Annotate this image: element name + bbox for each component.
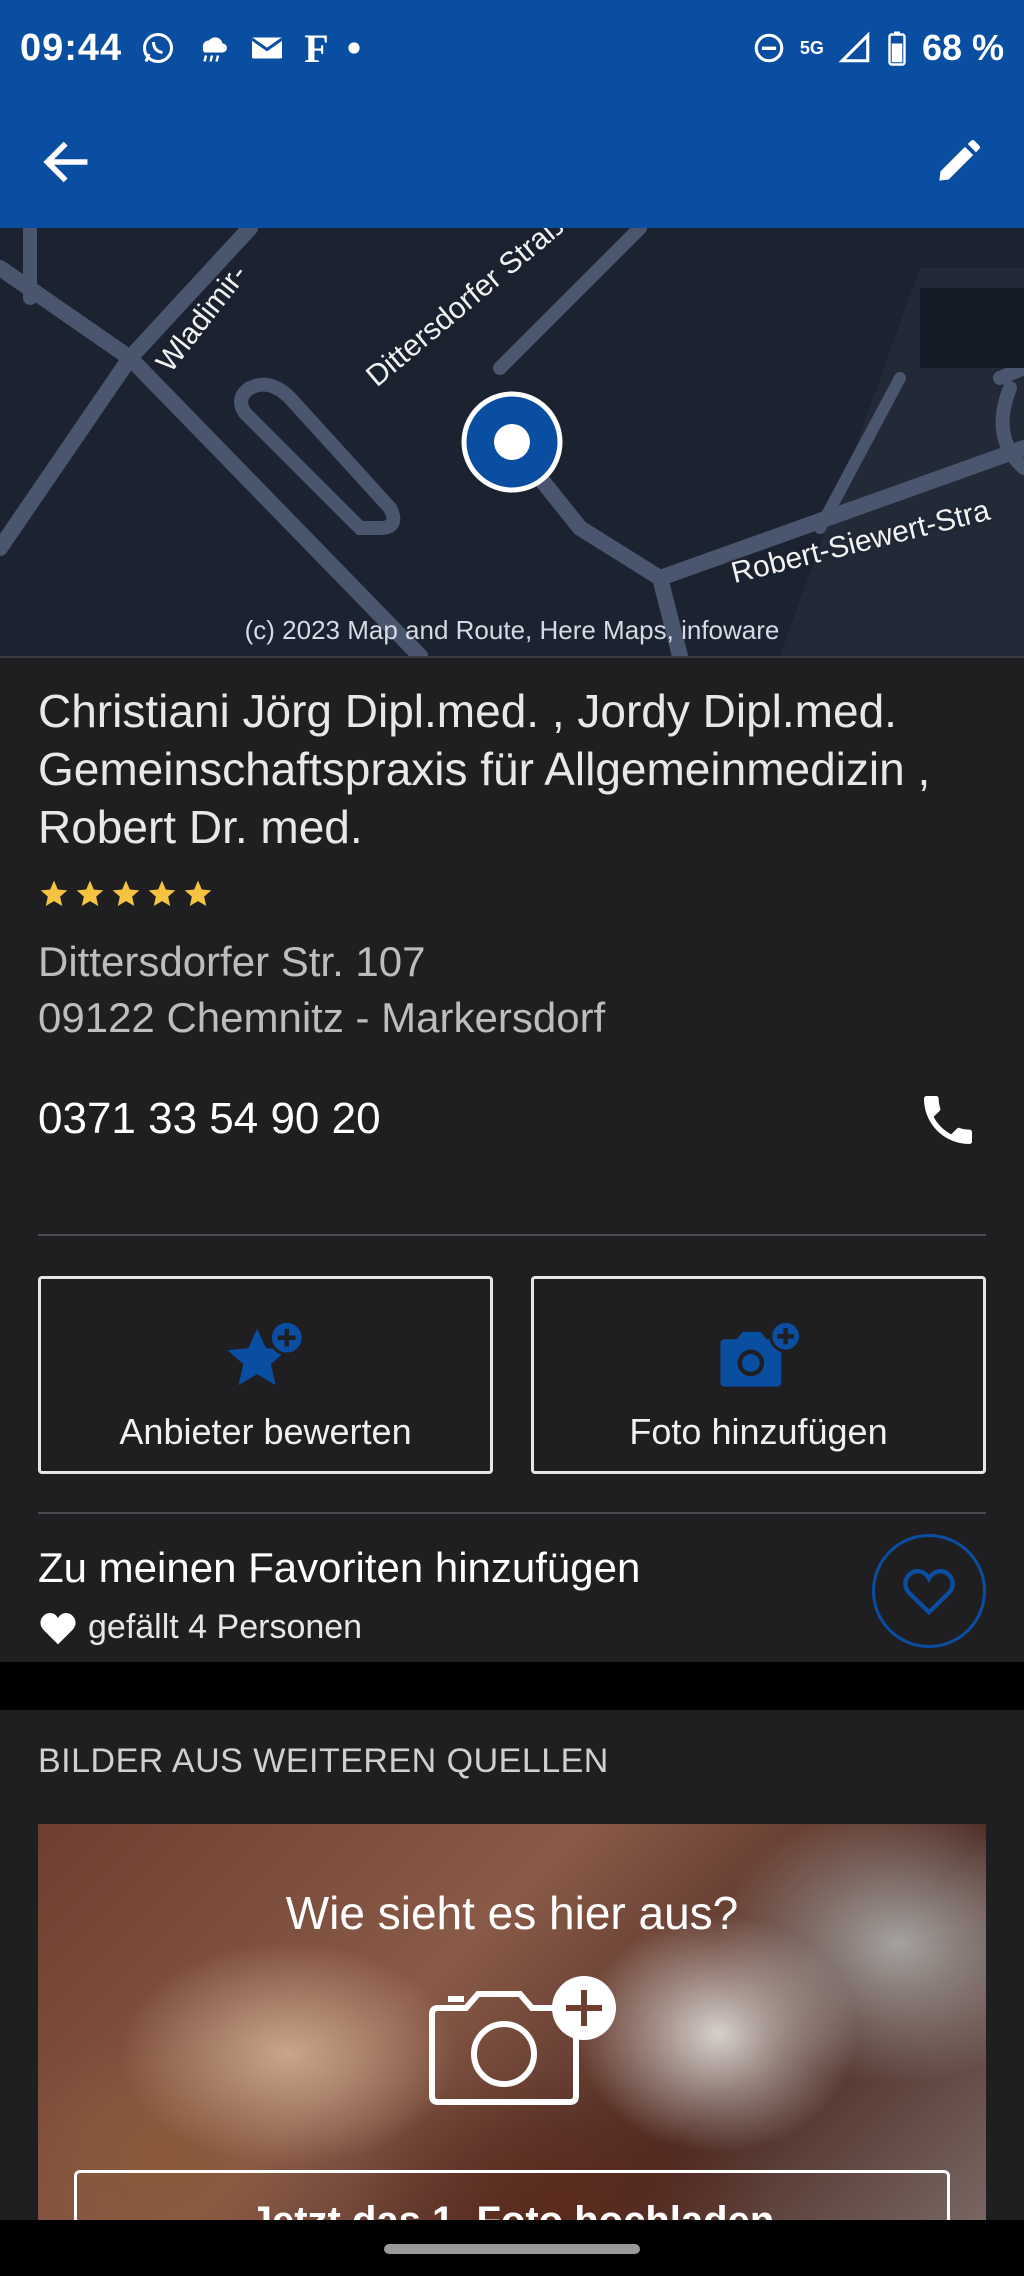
star-icon: [40, 880, 68, 906]
battery-icon: [888, 31, 906, 66]
camera-add-icon: [719, 1319, 802, 1387]
heart-icon: [40, 1612, 76, 1644]
divider: [38, 1512, 986, 1514]
status-time: 09:44: [20, 26, 123, 69]
star-icon: [184, 880, 212, 906]
star-icon: [148, 880, 176, 906]
network-type: 5G: [799, 38, 824, 58]
f-app-icon: F: [304, 25, 329, 71]
status-bar: 09:44 F 5G 68 %: [0, 0, 1024, 96]
rating-stars: [38, 878, 214, 910]
map-view[interactable]: Dittersdorfer Straße Wladimir- Robert-Si…: [0, 228, 1024, 656]
rate-provider-button[interactable]: Anbieter bewerten: [38, 1276, 493, 1474]
dnd-icon: [754, 33, 784, 63]
whatsapp-icon: [143, 33, 174, 63]
camera-plus-icon: [429, 1976, 616, 2105]
images-heading: BILDER AUS WEITEREN QUELLEN: [38, 1742, 609, 1780]
place-details: Christiani Jörg Dipl.med. , Jordy Dipl.m…: [0, 656, 1024, 1662]
weather-icon: [203, 37, 228, 62]
place-address: Dittersdorfer Str. 107 09122 Chemnitz - …: [38, 934, 605, 1046]
star-icon: [76, 880, 104, 906]
likes-count: gefällt 4 Personen: [38, 1608, 362, 1647]
mail-icon: [251, 37, 284, 59]
phone-number[interactable]: 0371 33 54 90 20: [38, 1094, 381, 1144]
divider: [38, 1234, 986, 1236]
home-gesture-handle[interactable]: [384, 2244, 640, 2254]
battery-percent: 68 %: [921, 27, 1004, 68]
address-street: Dittersdorfer Str. 107: [38, 938, 426, 985]
star-add-icon: [226, 1319, 305, 1386]
upload-first-photo-button[interactable]: Jetzt das 1. Foto hochladen: [74, 2170, 950, 2220]
photo-question: Wie sieht es hier aus?: [285, 1887, 739, 1939]
add-photo-button[interactable]: Foto hinzufügen: [531, 1276, 986, 1474]
location-pin-icon: [461, 391, 563, 493]
likes-text: gefällt 4 Personen: [88, 1608, 363, 1646]
images-section: BILDER AUS WEITEREN QUELLEN Wie sieht es…: [0, 1710, 1024, 2220]
rate-provider-label: Anbieter bewerten: [119, 1411, 412, 1452]
system-nav-bar: [0, 2220, 1024, 2276]
app-bar: [0, 96, 1024, 228]
phone-icon[interactable]: [916, 1088, 980, 1152]
add-photo-label: Foto hinzufügen: [629, 1411, 888, 1452]
dot-icon: [348, 42, 360, 54]
signal-icon: [838, 31, 870, 63]
star-icon: [112, 880, 140, 906]
favorite-button[interactable]: [872, 1534, 986, 1648]
place-name: Christiani Jörg Dipl.med. , Jordy Dipl.m…: [38, 685, 931, 853]
address-city: 09122 Chemnitz - Markersdorf: [38, 994, 606, 1041]
map-copyright: (c) 2023 Map and Route, Here Maps, infow…: [244, 615, 780, 645]
notification-icons: F: [140, 25, 360, 72]
photo-placeholder-card: Wie sieht es hier aus? Jetzt das 1. Foto…: [38, 1824, 986, 2220]
add-to-favorites-label[interactable]: Zu meinen Favoriten hinzufügen: [38, 1544, 640, 1592]
system-icons: 5G 68 %: [752, 27, 1004, 69]
pencil-icon[interactable]: [930, 134, 986, 190]
arrow-back-icon[interactable]: [38, 134, 94, 190]
section-gap: [0, 1662, 1024, 1710]
heart-outline-icon: [903, 1569, 955, 1616]
